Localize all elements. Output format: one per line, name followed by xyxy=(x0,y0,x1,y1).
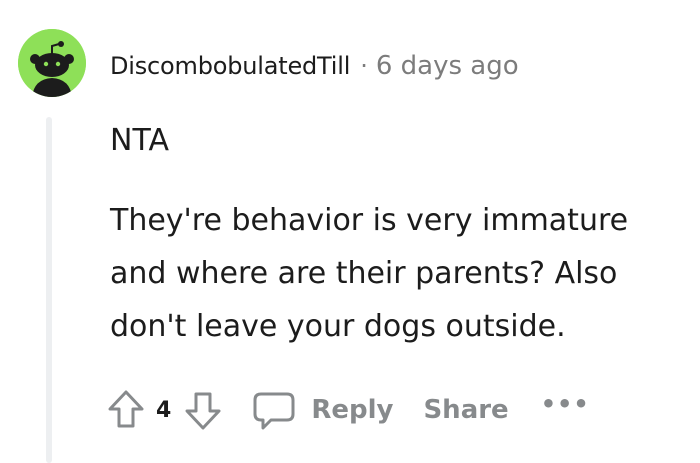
comment-timestamp[interactable]: 6 days ago xyxy=(376,51,519,81)
more-options-button[interactable]: ••• xyxy=(541,390,590,418)
comment-meta: DiscombobulatedTill · 6 days ago xyxy=(110,48,519,84)
comment: DiscombobulatedTill · 6 days ago NTA The… xyxy=(0,0,700,463)
speech-bubble-icon xyxy=(253,392,295,430)
downvote-button[interactable] xyxy=(183,388,223,432)
comment-body: NTA They're behavior is very immature an… xyxy=(110,114,690,353)
username-link[interactable]: DiscombobulatedTill xyxy=(110,52,350,80)
comment-actions: 4 Reply Share ••• xyxy=(106,386,590,434)
upvote-button[interactable] xyxy=(106,388,146,432)
share-button[interactable]: Share xyxy=(423,395,508,425)
upvote-arrow-icon xyxy=(108,390,144,428)
thread-line[interactable] xyxy=(46,117,52,463)
vote-count: 4 xyxy=(156,397,172,423)
downvote-arrow-icon xyxy=(185,392,221,430)
reply-label: Reply xyxy=(311,395,394,425)
meta-separator: · xyxy=(360,52,368,80)
user-avatar[interactable] xyxy=(18,29,86,97)
snoo-icon xyxy=(18,29,86,97)
comment-paragraph: They're behavior is very immature and wh… xyxy=(110,203,629,344)
comment-paragraph: NTA xyxy=(110,123,169,158)
reply-button[interactable]: Reply xyxy=(251,388,393,432)
